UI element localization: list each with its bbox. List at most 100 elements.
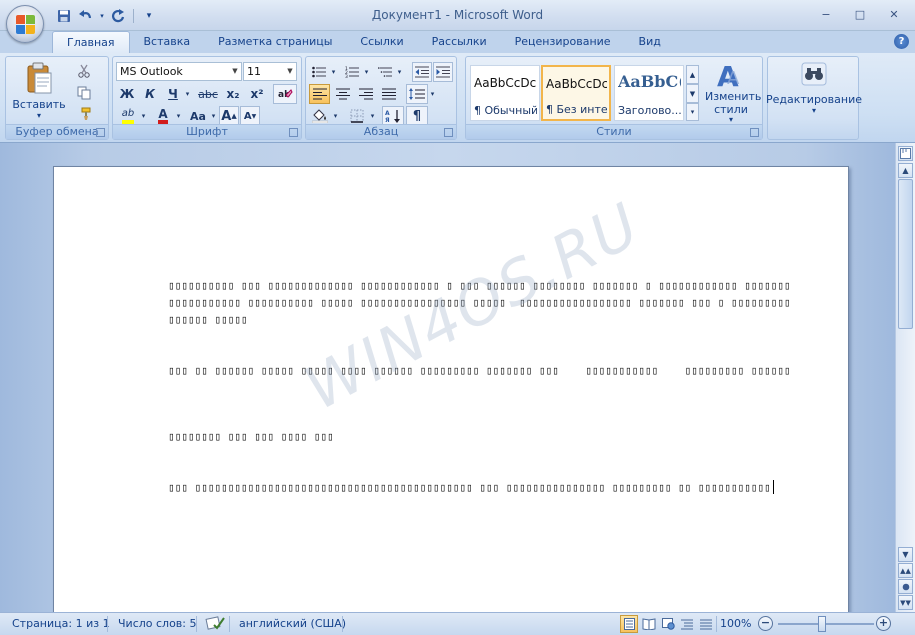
scroll-up-button[interactable]: ▲ xyxy=(898,163,913,178)
copy-icon[interactable] xyxy=(74,83,94,103)
numbering-icon[interactable]: 123 xyxy=(342,62,362,82)
bullets-dropdown-icon[interactable]: ▾ xyxy=(329,62,338,82)
zoom-out-button[interactable]: − xyxy=(758,616,773,631)
numbering-dropdown-icon[interactable]: ▾ xyxy=(362,62,371,82)
bold-button[interactable]: Ж xyxy=(117,84,137,104)
show-marks-button[interactable]: ¶ xyxy=(406,106,428,126)
styles-more-icon[interactable]: ▾ xyxy=(686,103,699,121)
tab-references[interactable]: Ссылки xyxy=(346,31,417,53)
zoom-slider-track[interactable] xyxy=(778,623,874,625)
outline-view-icon[interactable] xyxy=(678,615,696,633)
scroll-down-button[interactable]: ▼ xyxy=(898,547,913,562)
word-count[interactable]: Число слов: 5 xyxy=(118,617,197,630)
change-case-dropdown-icon[interactable]: ▾ xyxy=(209,106,218,126)
office-button[interactable] xyxy=(6,5,44,43)
tab-review[interactable]: Рецензирование xyxy=(501,31,625,53)
window-title: Документ1 - Microsoft Word xyxy=(371,8,544,22)
browse-object-icon[interactable] xyxy=(898,579,913,594)
next-page-icon[interactable]: ▼▼ xyxy=(898,595,913,610)
underline-button[interactable]: Ч xyxy=(163,84,183,104)
bullets-icon[interactable] xyxy=(309,62,329,82)
align-right-icon[interactable] xyxy=(355,84,376,104)
shrink-font-button[interactable]: A ▼ xyxy=(240,106,260,126)
justify-icon[interactable] xyxy=(378,84,399,104)
tab-page-layout[interactable]: Разметка страницы xyxy=(204,31,346,53)
change-case-button[interactable]: Aa xyxy=(187,106,209,126)
highlight-dropdown-icon[interactable]: ▾ xyxy=(139,106,148,126)
document-page[interactable]: ▯▯▯▯▯▯▯▯▯▯ ▯▯▯ ▯▯▯▯▯▯▯▯▯▯▯▯▯ ▯▯▯▯▯▯▯▯▯▯▯… xyxy=(53,166,849,612)
style-heading-1[interactable]: AaBbC( Заголово... xyxy=(614,65,684,121)
shrink-font-label: A xyxy=(243,110,252,122)
clipboard-dialog-launcher[interactable] xyxy=(96,128,105,137)
font-name-value: MS Outlook xyxy=(120,65,183,78)
grow-font-button[interactable]: A ▲ xyxy=(219,106,239,126)
sort-icon[interactable]: AЯ xyxy=(382,106,404,126)
previous-page-icon[interactable]: ▲▲ xyxy=(898,563,913,578)
proofing-icon[interactable] xyxy=(205,615,225,634)
web-layout-icon[interactable] xyxy=(659,615,677,633)
style-normal[interactable]: AaBbCcDc ¶ Обычный xyxy=(470,65,540,121)
paragraph-dialog-launcher[interactable] xyxy=(444,128,453,137)
clear-formatting-icon[interactable]: ab xyxy=(273,84,297,104)
decrease-indent-icon[interactable] xyxy=(412,62,432,82)
increase-indent-icon[interactable] xyxy=(433,62,453,82)
ribbon-tabs: Главная Вставка Разметка страницы Ссылки… xyxy=(0,31,915,53)
binoculars-icon xyxy=(801,62,827,86)
italic-button[interactable]: К xyxy=(140,84,160,104)
font-color-button[interactable]: A xyxy=(152,106,174,126)
change-styles-label: Изменить стили xyxy=(705,90,762,116)
shading-dropdown-icon[interactable]: ▾ xyxy=(331,106,340,126)
highlight-button[interactable]: ab xyxy=(117,106,139,126)
borders-dropdown-icon[interactable]: ▾ xyxy=(368,106,377,126)
superscript-button[interactable]: x² xyxy=(246,84,268,104)
paragraph-group-label: Абзац xyxy=(306,124,456,139)
font-name-combo[interactable]: MS Outlook ▼ xyxy=(116,62,242,81)
print-layout-view-icon[interactable] xyxy=(620,615,638,633)
font-size-combo[interactable]: 11 ▼ xyxy=(243,62,297,81)
tab-home[interactable]: Главная xyxy=(52,31,130,53)
style-no-spacing[interactable]: AaBbCcDc ¶ Без инте... xyxy=(541,65,611,121)
shading-icon[interactable] xyxy=(309,106,331,126)
cut-icon[interactable] xyxy=(74,61,94,81)
font-color-label: A xyxy=(158,108,168,124)
full-screen-reading-icon[interactable] xyxy=(640,615,658,633)
zoom-in-button[interactable]: + xyxy=(876,616,891,631)
paste-button[interactable]: Вставить ▾ xyxy=(12,61,66,120)
close-button[interactable]: ✕ xyxy=(877,5,911,23)
tab-mailings[interactable]: Рассылки xyxy=(418,31,501,53)
zoom-level[interactable]: 100% xyxy=(720,617,751,630)
font-dialog-launcher[interactable] xyxy=(289,128,298,137)
vertical-scrollbar[interactable]: ▲ ▼ ▲▲ ▼▼ xyxy=(895,143,915,612)
help-icon[interactable]: ? xyxy=(894,34,909,49)
maximize-button[interactable]: □ xyxy=(843,5,877,23)
editing-button[interactable]: Редактирование ▾ xyxy=(766,61,862,115)
clipboard-group-label: Буфер обмена xyxy=(6,124,108,139)
align-center-icon[interactable] xyxy=(332,84,353,104)
font-name-dropdown-icon[interactable]: ▼ xyxy=(229,63,241,80)
scroll-thumb[interactable] xyxy=(898,179,913,329)
strikethrough-button[interactable]: abc xyxy=(196,84,220,104)
font-color-dropdown-icon[interactable]: ▾ xyxy=(174,106,183,126)
draft-view-icon[interactable] xyxy=(697,615,715,633)
page-counter[interactable]: Страница: 1 из 1 xyxy=(12,617,110,630)
line-spacing-dropdown-icon[interactable]: ▾ xyxy=(428,84,437,104)
zoom-slider-thumb[interactable] xyxy=(818,616,826,632)
format-painter-icon[interactable] xyxy=(74,104,94,124)
styles-dialog-launcher[interactable] xyxy=(750,128,759,137)
language-indicator[interactable]: английский (США) xyxy=(239,617,346,630)
subscript-button[interactable]: x₂ xyxy=(222,84,244,104)
font-size-dropdown-icon[interactable]: ▼ xyxy=(284,63,296,80)
underline-dropdown-icon[interactable]: ▾ xyxy=(183,84,192,104)
line-spacing-icon[interactable] xyxy=(406,84,428,104)
multilevel-list-icon[interactable] xyxy=(375,62,395,82)
styles-scroll-up-icon[interactable]: ▲ xyxy=(686,65,699,84)
ruler-toggle-icon[interactable] xyxy=(898,146,913,161)
styles-scroll-down-icon[interactable]: ▼ xyxy=(686,84,699,103)
tab-insert[interactable]: Вставка xyxy=(130,31,205,53)
align-left-icon[interactable] xyxy=(309,84,330,104)
change-styles-button[interactable]: A A Изменить стили ▾ xyxy=(702,60,762,124)
tab-view[interactable]: Вид xyxy=(625,31,675,53)
borders-icon[interactable] xyxy=(346,106,368,126)
minimize-button[interactable]: − xyxy=(809,5,843,23)
multilevel-dropdown-icon[interactable]: ▾ xyxy=(395,62,404,82)
